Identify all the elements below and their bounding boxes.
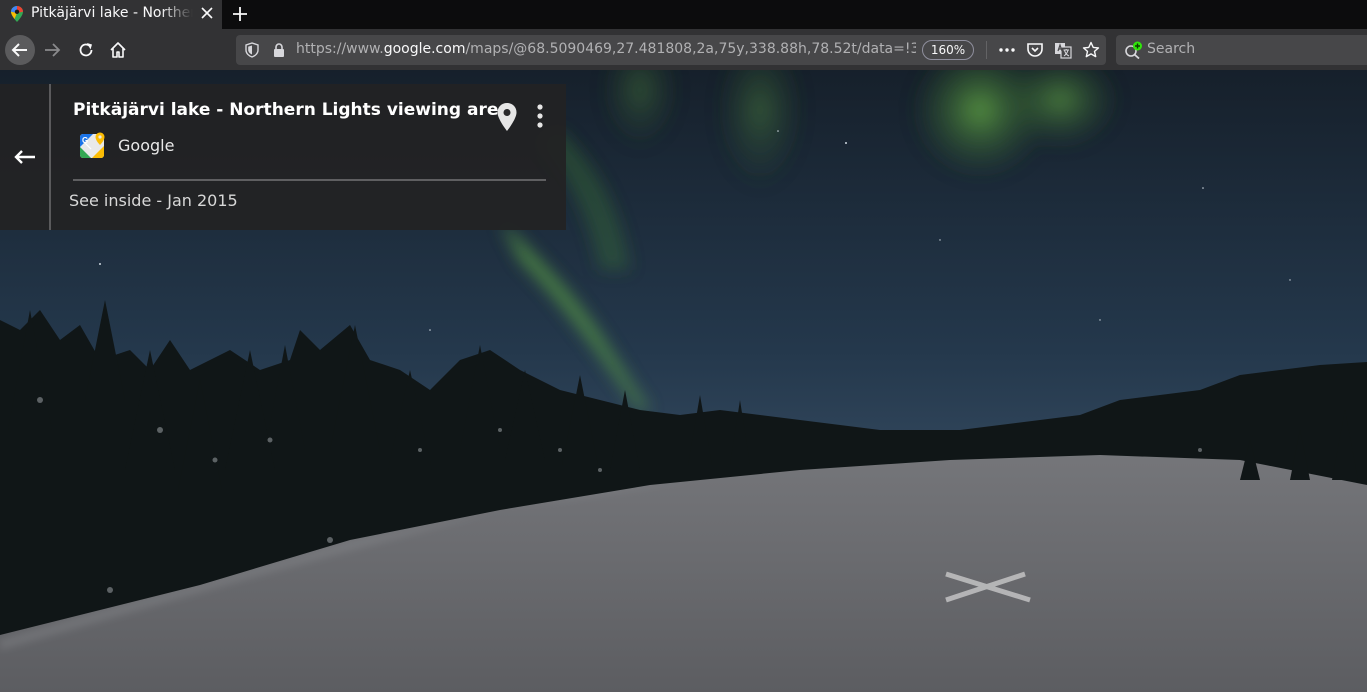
- svg-text:G: G: [82, 136, 88, 145]
- search-add-engine-icon: [1125, 41, 1142, 59]
- reload-button[interactable]: [74, 38, 98, 62]
- url-path: /maps/@68.5090469,27.481808,2a,75y,338.8…: [465, 41, 916, 57]
- card-horizontal-divider: [73, 179, 546, 181]
- search-placeholder: Search: [1147, 41, 1196, 57]
- search-bar[interactable]: Search: [1116, 35, 1367, 65]
- home-button[interactable]: [106, 38, 130, 62]
- card-vertical-divider: [49, 84, 51, 230]
- back-button[interactable]: [5, 35, 35, 65]
- address-bar[interactable]: https://www.google.com/maps/@68.5090469,…: [236, 35, 1106, 65]
- place-title: Pitkäjärvi lake - Northern Lights viewin…: [73, 100, 510, 120]
- zoom-level-button[interactable]: 160%: [922, 40, 974, 60]
- forward-button[interactable]: [40, 38, 64, 62]
- page-actions-ellipsis-icon[interactable]: [998, 41, 1016, 59]
- street-view-info-card: Pitkäjärvi lake - Northern Lights viewin…: [0, 84, 566, 230]
- back-to-map-button[interactable]: [0, 84, 49, 230]
- translate-icon[interactable]: [1054, 41, 1072, 59]
- url-text[interactable]: https://www.google.com/maps/@68.5090469,…: [296, 41, 916, 57]
- see-inside-date-link[interactable]: See inside - Jan 2015: [69, 191, 238, 210]
- close-icon[interactable]: [200, 6, 214, 20]
- tab-title: Pitkäjärvi lake - Northern Lights viewin…: [31, 5, 193, 21]
- map-pin-icon[interactable]: [496, 102, 518, 132]
- tracking-protection-shield-icon[interactable]: [244, 42, 260, 58]
- arrow-right-icon: [45, 43, 61, 57]
- navigation-toolbar: https://www.google.com/maps/@68.5090469,…: [0, 29, 1367, 70]
- url-host: google.com: [383, 41, 466, 57]
- reload-icon: [79, 43, 93, 57]
- new-tab-icon[interactable]: [231, 5, 249, 23]
- url-prefix: https://www.: [296, 41, 384, 57]
- home-icon: [110, 42, 126, 58]
- pocket-icon[interactable]: [1026, 41, 1044, 59]
- google-maps-pin-icon: [11, 6, 23, 22]
- bookmark-star-icon[interactable]: [1082, 41, 1100, 59]
- more-options-icon[interactable]: [532, 102, 548, 132]
- tab-strip: Pitkäjärvi lake - Northern Lights viewin…: [0, 0, 1367, 29]
- arrow-left-icon: [11, 43, 27, 57]
- tab-active[interactable]: Pitkäjärvi lake - Northern Lights viewin…: [0, 0, 222, 29]
- lock-icon[interactable]: [272, 42, 286, 58]
- imagery-source: Google: [118, 136, 175, 155]
- google-maps-logo-icon: G: [80, 132, 105, 158]
- url-divider: [986, 41, 987, 59]
- arrow-left-icon: [13, 150, 35, 164]
